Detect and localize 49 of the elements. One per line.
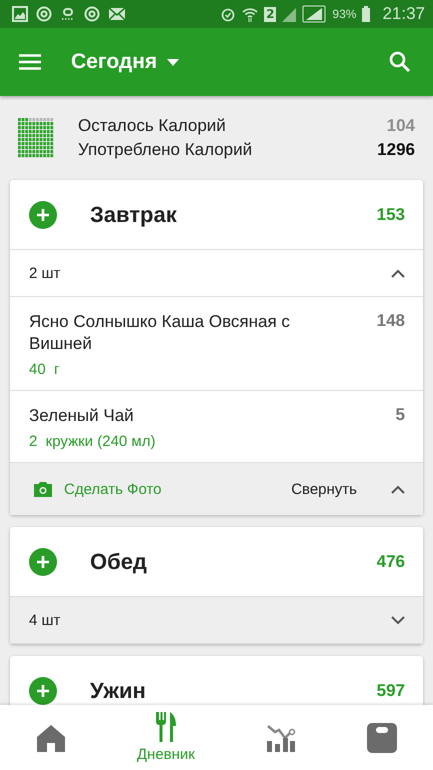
battery-icon (362, 6, 370, 22)
chart-icon (266, 722, 296, 752)
meal-title: Ужин (90, 678, 146, 704)
item-count-row[interactable]: 4 шт (10, 597, 423, 644)
item-count: 4 шт (29, 612, 60, 628)
meal-calories: 476 (376, 552, 405, 572)
add-icon[interactable] (29, 676, 57, 704)
search-icon[interactable] (389, 51, 411, 73)
calorie-label: Употреблено Калорий (78, 140, 252, 160)
wifi-icon (242, 6, 258, 22)
add-icon[interactable] (29, 548, 57, 576)
clock-time: 21:37 (382, 4, 425, 24)
signal-icon (282, 6, 296, 22)
calorie-grid-meter (18, 118, 54, 158)
caret-icon (167, 58, 180, 66)
meal-calories: 597 (376, 680, 405, 700)
menu-icon[interactable] (19, 54, 41, 70)
scale-icon (367, 722, 398, 752)
food-entry[interactable]: Ясно Солнышко Каша Овсяная с Вишней 40 г 148 (10, 297, 423, 391)
fork-knife-icon (154, 712, 177, 742)
home-icon (36, 722, 66, 752)
collapse-button[interactable]: Свернуть (291, 480, 357, 498)
mail-icon (108, 7, 126, 21)
voicemail-icon (60, 6, 76, 22)
picture-icon (12, 6, 28, 22)
calorie-value: 1296 (377, 140, 415, 160)
food-calories: 5 (396, 405, 405, 426)
date-dropdown[interactable]: Сегодня (71, 50, 180, 74)
food-amount: 2 кружки (240 мл) (29, 433, 156, 450)
food-name: Зеленый Чай (29, 405, 135, 427)
nav-tab[interactable]: Дневник (128, 708, 203, 767)
camera-icon (34, 482, 52, 496)
item-count-row[interactable]: 2 шт (10, 250, 423, 297)
food-name: Ясно Солнышко Каша Овсяная с Вишней (29, 311, 291, 355)
food-amount: 40 г (29, 361, 60, 378)
add-icon[interactable] (29, 200, 57, 228)
signal-icon (302, 5, 326, 23)
chevron-icon (391, 616, 405, 624)
food-calories: 148 (376, 311, 405, 332)
battery-percent: 93% (332, 7, 356, 21)
meal-calories: 153 (376, 204, 405, 224)
meal-title: Завтрак (90, 202, 177, 228)
chevron-icon[interactable] (391, 484, 405, 494)
calorie-value: 104 (386, 116, 415, 136)
meal-title: Обед (90, 548, 147, 574)
item-count: 2 шт (29, 264, 60, 282)
chevron-icon (391, 268, 405, 278)
calorie-label: Осталось Калорий (78, 116, 226, 136)
sim-badge: 2 (264, 6, 276, 22)
